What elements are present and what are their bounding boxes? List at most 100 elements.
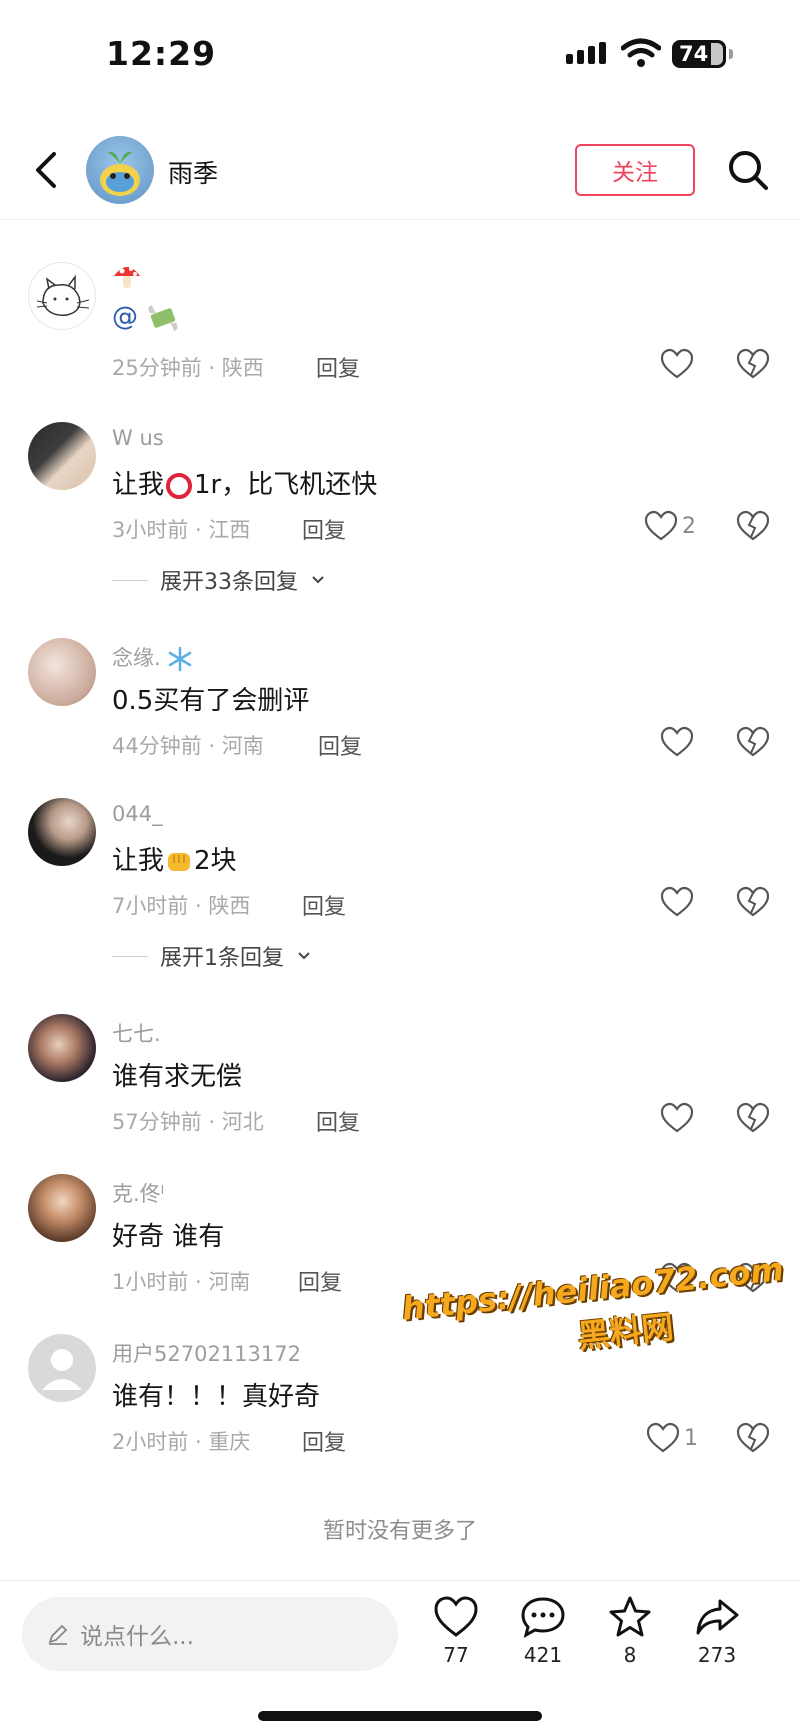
comment-action-count: 421 bbox=[523, 1643, 563, 1667]
like-button[interactable] bbox=[660, 726, 694, 758]
comment-avatar[interactable] bbox=[28, 1174, 96, 1242]
comment-username[interactable]: 用户52702113172 bbox=[112, 1338, 301, 1368]
comment-time-location: 25分钟前 · 陕西 bbox=[112, 356, 264, 380]
like-button[interactable] bbox=[660, 348, 694, 380]
like-action-count: 77 bbox=[443, 1643, 469, 1667]
share-arrow-icon bbox=[696, 1599, 739, 1635]
reply-button[interactable]: 回复 bbox=[298, 1265, 342, 1297]
comment-text: @ bbox=[112, 302, 180, 333]
pencil-icon bbox=[48, 1624, 68, 1645]
watermark: https://heiliao72.com 黑料网 bbox=[400, 1250, 787, 1375]
share-action-count: 273 bbox=[697, 1643, 737, 1667]
comment-time-location: 3小时前 · 江西 bbox=[112, 518, 251, 542]
sprout-character-icon bbox=[100, 151, 140, 196]
battery-icon: 74 bbox=[672, 40, 726, 68]
expand-replies-label: 展开1条回复 bbox=[160, 946, 284, 971]
mushroom-emoji-icon bbox=[112, 262, 142, 290]
reply-button[interactable]: 回复 bbox=[316, 351, 360, 383]
battery-level: 74 bbox=[679, 42, 709, 66]
comment-text-part: 1r，比飞机还快 bbox=[194, 470, 378, 500]
divider-line bbox=[112, 579, 148, 581]
share-action-button[interactable]: 273 bbox=[677, 1595, 757, 1667]
status-bar: 12:29 74 bbox=[0, 0, 800, 100]
header: 雨季 关注 bbox=[0, 120, 800, 220]
comment-action-button[interactable]: 421 bbox=[503, 1595, 583, 1667]
home-indicator[interactable] bbox=[258, 1711, 542, 1721]
comment-text: 0.5买有了会删评 bbox=[112, 686, 310, 716]
heart-outline-icon bbox=[646, 1422, 680, 1453]
like-action-button[interactable]: 77 bbox=[416, 1595, 496, 1667]
comment-username[interactable]: 念缘. bbox=[112, 642, 193, 672]
reply-button[interactable]: 回复 bbox=[302, 889, 346, 921]
red-circle-emoji-icon bbox=[166, 472, 193, 499]
comment-username[interactable]: 044_ bbox=[112, 802, 163, 826]
follow-button[interactable]: 关注 bbox=[575, 144, 695, 196]
comment-text: 谁有求无偿 bbox=[112, 1062, 243, 1092]
reply-button[interactable]: 回复 bbox=[318, 729, 362, 761]
comment-username[interactable]: 克.佟ˡ bbox=[112, 1178, 164, 1208]
heart-outline-icon bbox=[644, 510, 678, 541]
watermark-name: 黑料网 bbox=[575, 1307, 676, 1356]
header-avatar[interactable] bbox=[86, 136, 154, 204]
expand-replies-label: 展开33条回复 bbox=[160, 570, 298, 595]
mention-symbol[interactable]: @ bbox=[112, 302, 138, 332]
like-count: 1 bbox=[684, 1425, 698, 1451]
heart-outline-icon bbox=[434, 1596, 478, 1637]
cat-doodle-icon bbox=[36, 274, 90, 316]
reply-button[interactable]: 回复 bbox=[302, 513, 346, 545]
comment-username[interactable]: W us bbox=[112, 426, 164, 450]
broken-heart-icon[interactable] bbox=[736, 348, 770, 380]
chevron-down-icon bbox=[298, 952, 310, 960]
watermark-url: https://heiliao72.com bbox=[400, 1249, 786, 1328]
broken-heart-icon[interactable] bbox=[736, 1422, 770, 1454]
comment-input[interactable]: 说点什么... bbox=[22, 1597, 398, 1671]
like-button[interactable] bbox=[660, 1102, 694, 1134]
like-button[interactable] bbox=[660, 1262, 694, 1294]
comment-time-location: 2小时前 · 重庆 bbox=[112, 1430, 251, 1454]
favorite-action-button[interactable]: 8 bbox=[590, 1595, 670, 1667]
favorite-action-count: 8 bbox=[623, 1643, 637, 1667]
comment-time-location: 1小时前 · 河南 bbox=[112, 1270, 251, 1294]
back-arrow-icon[interactable] bbox=[30, 148, 62, 192]
comment-time-location: 57分钟前 · 河北 bbox=[112, 1110, 264, 1134]
comment-avatar[interactable] bbox=[28, 638, 96, 706]
reply-button[interactable]: 回复 bbox=[302, 1425, 346, 1457]
heart-outline-icon bbox=[660, 886, 694, 917]
broken-heart-icon[interactable] bbox=[736, 886, 770, 918]
comment-text-part: 让我 bbox=[112, 846, 165, 876]
like-button[interactable] bbox=[660, 886, 694, 918]
heart-outline-icon bbox=[660, 1102, 694, 1133]
comment-text: 谁有！！！真好奇 bbox=[112, 1382, 321, 1412]
broken-heart-icon[interactable] bbox=[736, 1102, 770, 1134]
broken-heart-icon[interactable] bbox=[736, 510, 770, 542]
comment-username[interactable]: 七七. bbox=[112, 1018, 161, 1048]
expand-replies-button[interactable]: 展开1条回复 bbox=[112, 940, 312, 972]
money-wings-emoji-icon bbox=[148, 304, 178, 331]
heart-outline-icon bbox=[660, 1262, 694, 1293]
like-count: 2 bbox=[682, 513, 696, 539]
comment-text-part: 让我 bbox=[112, 470, 165, 500]
search-icon[interactable] bbox=[726, 148, 770, 192]
like-button[interactable]: 2 bbox=[644, 510, 696, 542]
comment-text-part: 2块 bbox=[194, 846, 237, 876]
comment-avatar[interactable] bbox=[28, 798, 96, 866]
speech-bubble-icon bbox=[521, 1597, 565, 1638]
heart-outline-icon bbox=[660, 726, 694, 757]
comment-avatar[interactable] bbox=[28, 422, 96, 490]
broken-heart-icon[interactable] bbox=[736, 1262, 770, 1294]
comment-avatar[interactable] bbox=[28, 1014, 96, 1082]
reply-button[interactable]: 回复 bbox=[316, 1105, 360, 1137]
fist-emoji-icon bbox=[168, 852, 191, 871]
comment-text: 好奇 谁有 bbox=[112, 1222, 225, 1252]
status-time: 12:29 bbox=[106, 34, 217, 73]
comment-username-text: 念缘. bbox=[112, 646, 161, 670]
expand-replies-button[interactable]: 展开33条回复 bbox=[112, 564, 326, 596]
comment-time-location: 7小时前 · 陕西 bbox=[112, 894, 251, 918]
like-button[interactable]: 1 bbox=[646, 1422, 698, 1454]
header-username[interactable]: 雨季 bbox=[168, 154, 218, 190]
battery-nub bbox=[729, 49, 733, 59]
comment-avatar[interactable] bbox=[28, 262, 96, 330]
broken-heart-icon[interactable] bbox=[736, 726, 770, 758]
comment-avatar[interactable] bbox=[28, 1334, 96, 1402]
divider-line bbox=[112, 955, 148, 957]
